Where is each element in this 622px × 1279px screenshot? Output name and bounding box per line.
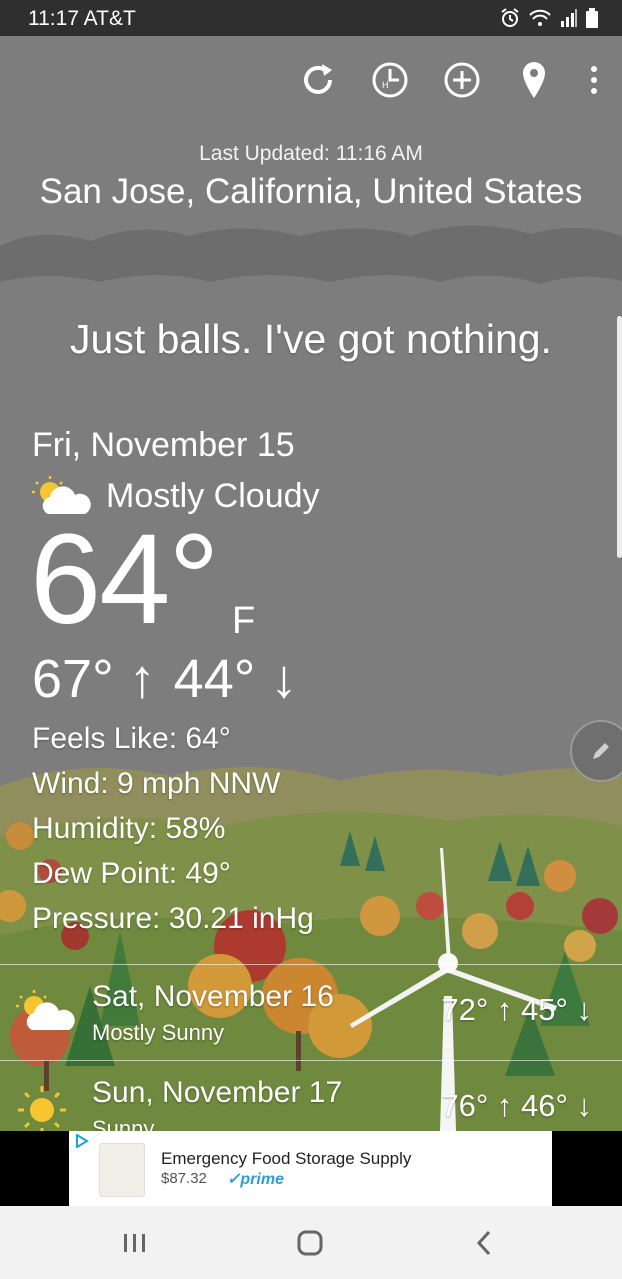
ad-banner: Emergency Food Storage Supply $87.32 ✓pr… [0, 1131, 622, 1206]
current-details: Feels Like: 64° Wind: 9 mph NNW Humidity… [32, 716, 314, 941]
svg-text:H: H [382, 80, 389, 90]
forecast-row[interactable]: Sat, November 16 Mostly Sunny 72° ↑ 45° … [0, 980, 622, 1076]
feels-like: Feels Like: 64° [32, 722, 231, 755]
ad-title: Emergency Food Storage Supply [161, 1149, 412, 1168]
location-pin-icon [523, 62, 545, 98]
wind: Wind: 9 mph NNW [32, 767, 281, 800]
forecast-divider [0, 1060, 622, 1061]
add-icon [444, 62, 480, 98]
current-date: Fri, November 15 [32, 426, 295, 464]
location-name: San Jose, California, United States [39, 172, 583, 211]
sunny-icon [18, 1086, 66, 1131]
wifi-icon [528, 8, 552, 33]
ad-choices-icon[interactable] [75, 1134, 89, 1148]
forecast-condition: Sunny [92, 1116, 155, 1131]
status-bar: 11:17 AT&T [0, 0, 622, 36]
status-time-carrier: 11:17 AT&T [28, 7, 136, 30]
weather-quip: Just balls. I've got nothing. [70, 316, 552, 362]
current-temperature: 64° [30, 508, 220, 651]
history-icon: H [372, 62, 408, 98]
humidity: Humidity: 58% [32, 812, 226, 845]
toolbar: H [294, 56, 606, 104]
more-options-button[interactable] [582, 56, 606, 104]
weather-scene: H Last Updated: 11:16 AM San Jose, Calif… [0, 36, 622, 1131]
back-button[interactable] [464, 1228, 504, 1258]
forecast-divider [0, 964, 622, 965]
today-high-low: 67° ↑ 44° ↓ [32, 648, 297, 710]
today-high: 67° ↑ [32, 649, 156, 709]
refresh-button[interactable] [294, 56, 342, 104]
scrollbar[interactable] [617, 316, 622, 558]
forecast-high-low: 76° ↑ 46° ↓ [441, 1088, 592, 1123]
ad-product-image [99, 1143, 145, 1197]
mostly-sunny-icon [16, 990, 75, 1030]
forecast-row[interactable]: Sun, November 17 Sunny 76° ↑ 46° ↓ [0, 1076, 622, 1131]
forecast-condition: Mostly Sunny [92, 1020, 225, 1045]
ad-card[interactable]: Emergency Food Storage Supply $87.32 ✓pr… [69, 1131, 552, 1206]
temperature-unit: F [232, 600, 256, 642]
back-icon [476, 1230, 491, 1256]
forecast-date: Sat, November 16 [92, 980, 334, 1013]
recent-apps-button[interactable] [115, 1228, 155, 1258]
recent-apps-icon [124, 1234, 145, 1252]
home-button[interactable] [290, 1228, 330, 1258]
forecast-high-low: 72° ↑ 45° ↓ [441, 992, 592, 1027]
pencil-icon [593, 743, 609, 759]
history-button[interactable]: H [366, 56, 414, 104]
signal-icon [560, 9, 578, 32]
today-low: 44° ↓ [173, 649, 298, 709]
system-nav-bar [0, 1206, 622, 1279]
ad-prime-badge: ✓prime [227, 1171, 284, 1188]
alarm-icon [500, 8, 520, 33]
home-icon [297, 1230, 323, 1256]
status-icons [500, 8, 598, 33]
battery-icon [586, 8, 598, 33]
refresh-icon [304, 64, 332, 94]
location-button[interactable] [510, 56, 558, 104]
ad-price: $87.32 [161, 1170, 207, 1187]
last-updated: Last Updated: 11:16 AM [199, 142, 423, 165]
pressure: Pressure: 30.21 inHg [32, 902, 314, 935]
forecast-date: Sun, November 17 [92, 1076, 343, 1109]
dew-point: Dew Point: 49° [32, 857, 231, 890]
add-location-button[interactable] [438, 56, 486, 104]
more-vert-icon [591, 66, 597, 94]
